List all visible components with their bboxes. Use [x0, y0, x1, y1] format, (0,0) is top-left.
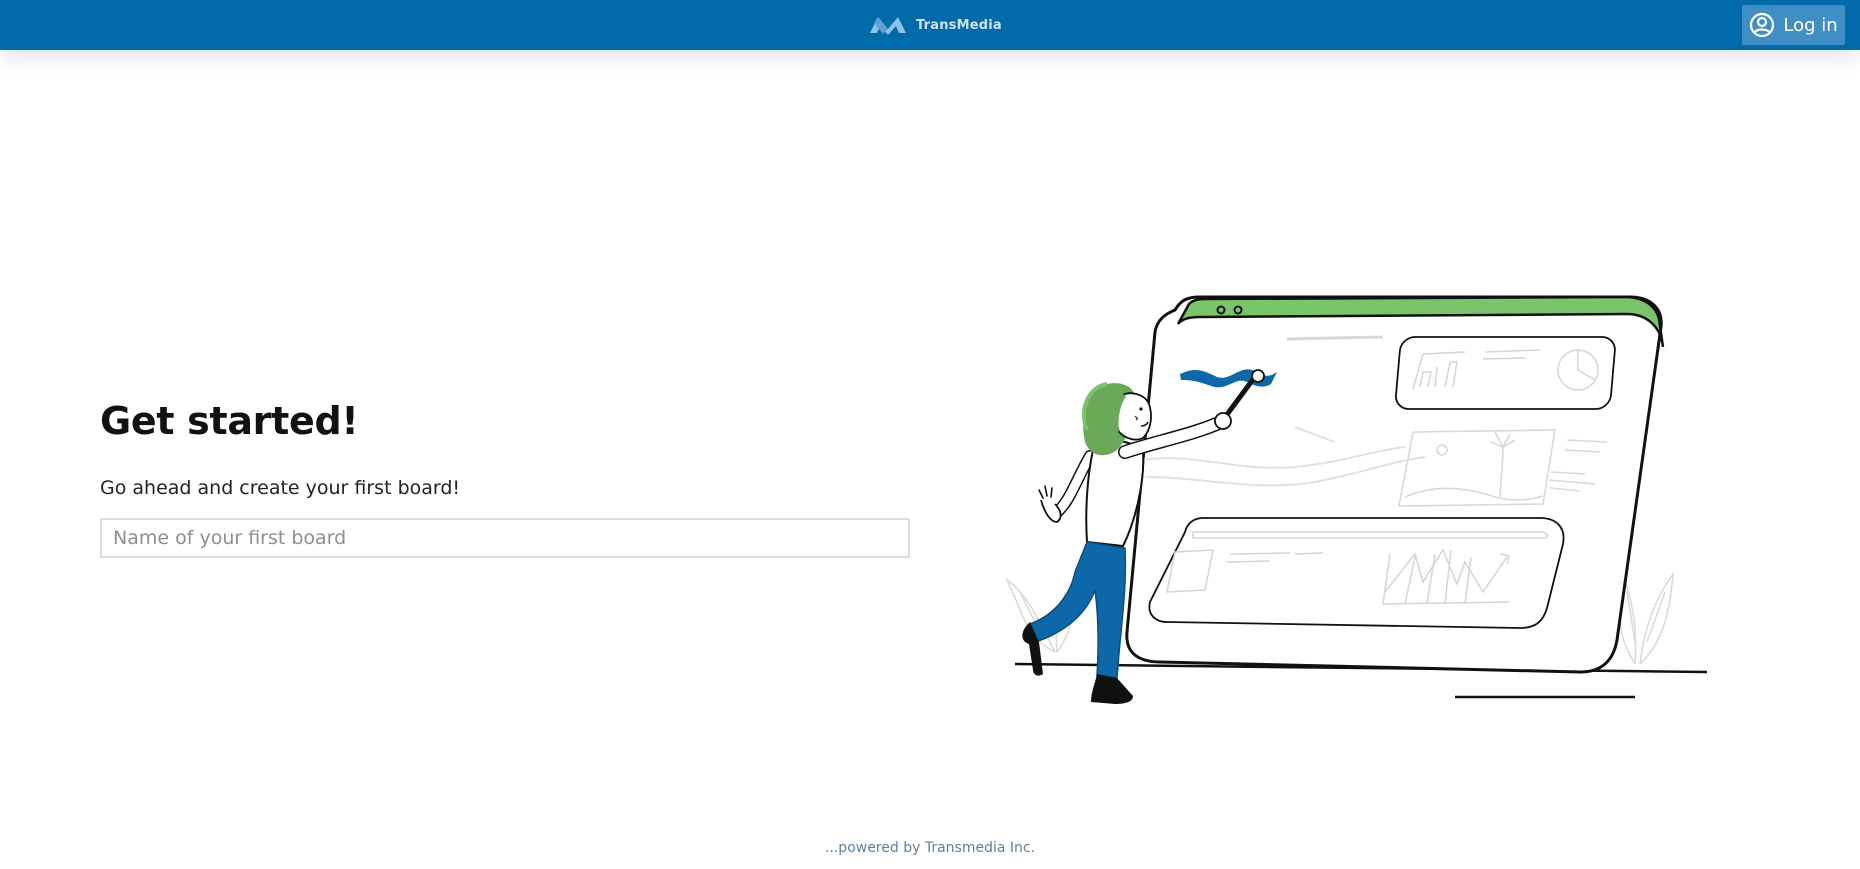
chart-card-bottom [1148, 517, 1565, 629]
top-navbar: TransMedia Log in [0, 0, 1860, 50]
login-button[interactable]: Log in [1742, 5, 1845, 45]
login-label: Log in [1783, 14, 1838, 36]
brand-name: TransMedia [916, 17, 1002, 33]
page-subtitle: Go ahead and create your first board! [100, 477, 461, 499]
footer-credit: ...powered by Transmedia Inc. [824, 840, 1036, 856]
brand-link[interactable]: TransMedia [869, 13, 1002, 37]
transmedia-logo-icon [870, 17, 906, 35]
chart-card-top [1395, 336, 1616, 410]
create-board-form: Get started! Go ahead and create your fi… [100, 398, 910, 558]
plant-right-icon [1618, 571, 1674, 665]
person-painting-board-illustration [1005, 295, 1708, 704]
board-name-input[interactable] [100, 518, 910, 558]
user-circle-icon [1750, 12, 1775, 38]
page-title: Get started! [100, 399, 359, 443]
